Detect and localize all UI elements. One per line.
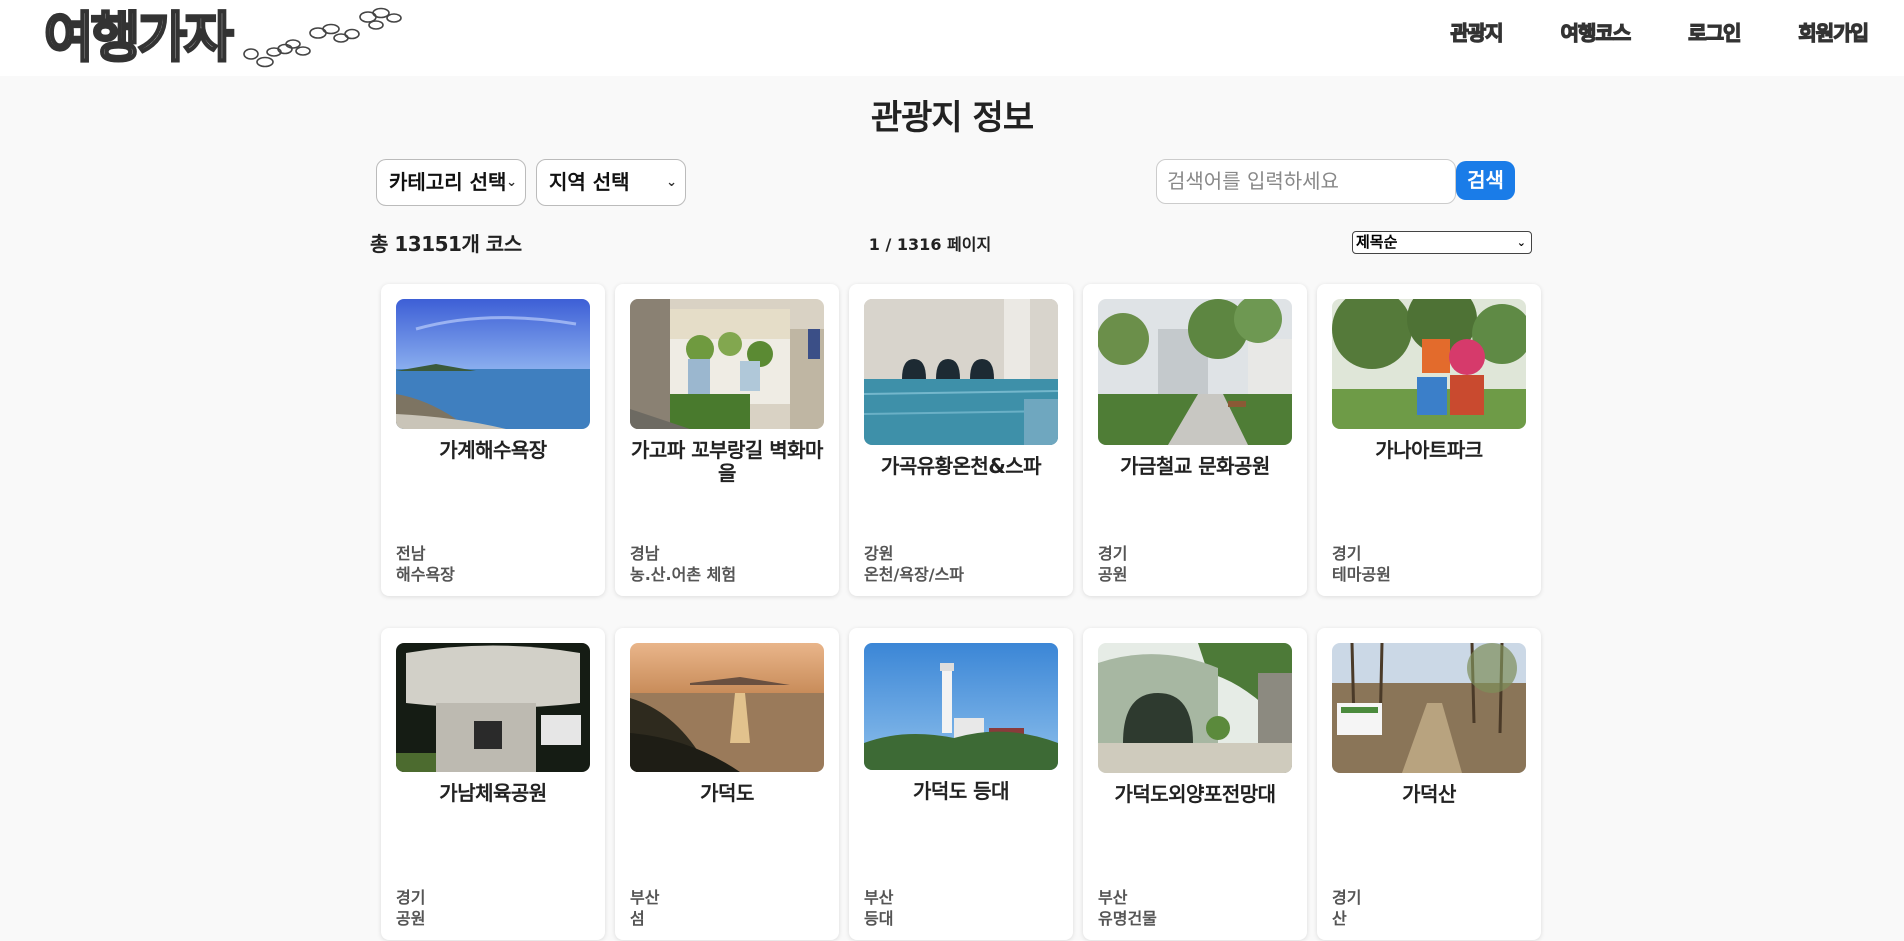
place-image-lighthouse [864,643,1058,770]
place-name: 가나아트파크 [1375,438,1483,462]
sort-select[interactable]: 제목순 ⌄ [1352,231,1532,254]
place-category: 공원 [396,909,426,928]
chevron-down-icon: ⌄ [1516,236,1526,249]
page-title: 관광지 정보 [870,98,1034,138]
place-image-park-path [1098,299,1292,445]
region-select[interactable]: 지역 선택 ⌄ [536,159,686,206]
place-name: 가남체육공원 [439,781,547,805]
place-category: 섬 [630,909,645,928]
place-name: 가덕도 [700,781,754,805]
place-card[interactable]: 가덕도 부산 섬 [615,628,839,940]
place-category: 등대 [864,909,894,928]
place-card[interactable]: 가덕도 등대 부산 등대 [849,628,1073,940]
place-image-love-sculpture [1332,299,1526,429]
place-name: 가금철교 문화공원 [1120,454,1270,478]
place-category: 유명건물 [1098,909,1157,928]
place-image-mural-alley [630,299,824,429]
place-category: 공원 [1098,565,1128,584]
place-name: 가덕도 등대 [913,779,1009,803]
logo-text: 여행가자 [43,5,235,71]
place-name: 가고파 꼬부랑길 벽화마을 [631,438,823,485]
total-count: 총 13151개 코스 [370,232,522,256]
place-image-stone-sign [396,643,590,772]
nav-travel-courses[interactable]: 여행코스 [1560,18,1632,48]
place-image-forest-trail [1332,643,1526,773]
page-indicator: 1 / 1316 페이지 [868,235,992,254]
place-image-sunset-island [630,643,824,772]
footsteps-icon [243,7,402,68]
region-select-value: 지역 선택 [549,170,630,194]
place-image-tunnel-hill [1098,643,1292,773]
place-name: 가덕산 [1402,782,1456,806]
place-card[interactable]: 가나아트파크 경기 테마공원 [1317,284,1541,596]
place-category: 해수욕장 [396,565,455,584]
site-logo[interactable]: 여행가자 [43,4,444,72]
nav-tourist-spots[interactable]: 관광지 [1450,18,1504,48]
chevron-down-icon: ⌄ [506,175,517,190]
place-category: 농.산.어촌 체험 [630,565,737,584]
place-category: 산 [1332,909,1347,928]
search-button[interactable]: 검색 [1456,161,1515,200]
nav-login[interactable]: 로그인 [1688,18,1742,48]
category-select[interactable]: 카테고리 선택 ⌄ [376,159,526,206]
place-image-sea-coast [396,299,590,429]
place-card[interactable]: 가남체육공원 경기 공원 [381,628,605,940]
search-input[interactable]: 검색어를 입력하세요 [1156,159,1456,204]
place-card[interactable]: 가금철교 문화공원 경기 공원 [1083,284,1307,596]
place-name: 가계해수욕장 [439,438,547,462]
main-nav: 관광지 여행코스 로그인 회원가입 [1392,18,1870,48]
place-image-indoor-pool [864,299,1058,445]
header-bar: 여행가자 관광지 여행코스 로그인 회원가입 [0,0,1904,76]
place-card[interactable]: 가덕도외양포전망대 부산 유명건물 [1083,628,1307,940]
place-card[interactable]: 가곡유황온천&스파 강원 온천/욕장/스파 [849,284,1073,596]
place-category: 테마공원 [1332,565,1391,584]
place-card[interactable]: 가덕산 경기 산 [1317,628,1541,940]
category-select-value: 카테고리 선택 [389,170,507,194]
place-card[interactable]: 가고파 꼬부랑길 벽화마을 경남 농.산.어촌 체험 [615,284,839,596]
chevron-down-icon: ⌄ [666,175,677,190]
nav-signup[interactable]: 회원가입 [1798,18,1870,48]
place-category: 온천/욕장/스파 [864,565,965,584]
sort-select-value: 제목순 [1356,233,1398,251]
place-name: 가곡유황온천&스파 [880,454,1042,478]
place-card[interactable]: 가계해수욕장 전남 해수욕장 [381,284,605,596]
place-name: 가덕도외양포전망대 [1114,782,1276,806]
